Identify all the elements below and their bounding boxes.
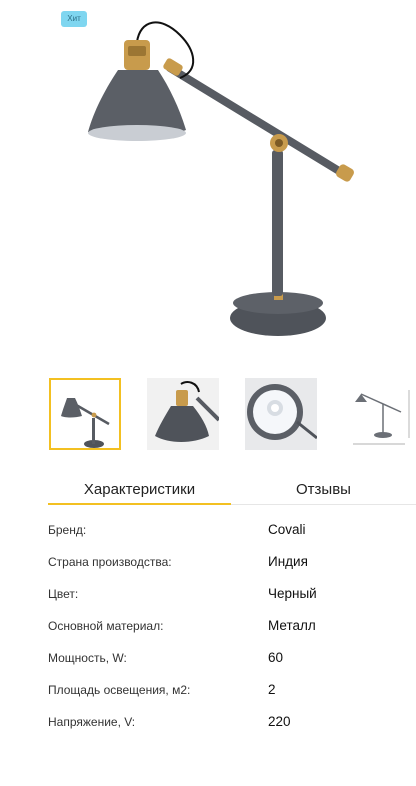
spec-row: Бренд: Covali	[0, 514, 416, 546]
thumbnail-lamp-shade-closeup[interactable]	[147, 378, 219, 450]
spec-label: Основной материал:	[48, 619, 164, 633]
spec-label: Мощность, W:	[48, 651, 127, 665]
lamp-product-image[interactable]	[0, 0, 416, 360]
spec-value: Covali	[268, 522, 306, 537]
spec-label: Страна производства:	[48, 555, 172, 569]
spec-label: Цвет:	[48, 587, 79, 601]
lamp-arm	[166, 64, 348, 178]
active-tab-indicator	[48, 503, 231, 505]
tab-reviews[interactable]: Отзывы	[231, 476, 416, 504]
spec-label: Площадь освещения, м2:	[48, 683, 191, 697]
thumbnail-lamp-full-view[interactable]	[49, 378, 121, 450]
spec-label: Бренд:	[48, 523, 87, 537]
lamp-post	[272, 150, 283, 296]
spec-value: Черный	[268, 586, 317, 601]
product-tabs: Характеристики Отзывы	[48, 476, 416, 506]
spec-value: Металл	[268, 618, 316, 633]
tab-divider	[231, 504, 416, 505]
spec-value: 220	[268, 714, 291, 729]
product-image-area: Хит	[0, 0, 416, 360]
hit-badge: Хит	[61, 11, 87, 27]
spec-value: 60	[268, 650, 284, 665]
spec-value: 2	[268, 682, 276, 697]
spec-row: Цвет: Черный	[0, 578, 416, 610]
spec-row: Мощность, W: 60	[0, 642, 416, 674]
spec-row: Площадь освещения, м2: 2	[0, 674, 416, 706]
thumbnail-lamp-shade-inside[interactable]	[245, 378, 317, 450]
spec-row: Страна производства: Индия	[0, 546, 416, 578]
spec-value: Индия	[268, 554, 308, 569]
thumbnail-lamp-dimensions-drawing[interactable]	[343, 378, 415, 450]
spec-label: Напряжение, V:	[48, 715, 136, 729]
image-thumbnails	[0, 378, 416, 456]
tab-characteristics[interactable]: Характеристики	[48, 476, 231, 504]
spec-row: Основной материал: Металл	[0, 610, 416, 642]
spec-row: Напряжение, V: 220	[0, 706, 416, 738]
